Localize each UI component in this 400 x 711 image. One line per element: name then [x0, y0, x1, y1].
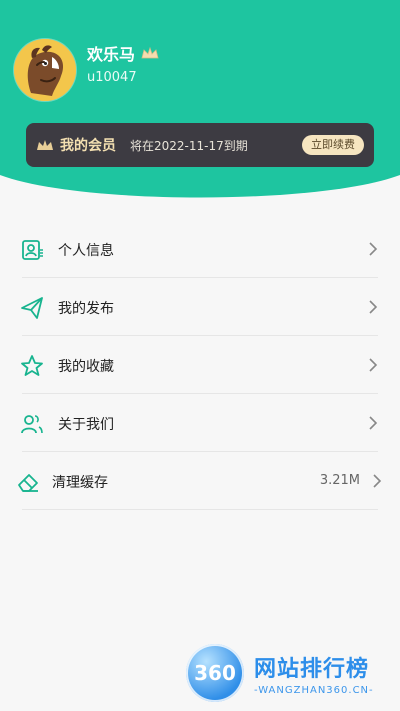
eraser-icon — [18, 474, 38, 492]
menu-item-label: 关于我们 — [58, 417, 114, 433]
crown-icon — [37, 140, 53, 150]
watermark-logo: 360 — [186, 644, 244, 702]
vip-expire-text: 将在2022-11-17到期 — [130, 138, 248, 153]
cache-size: 3.21M — [319, 473, 360, 488]
people-icon — [21, 415, 43, 434]
vip-card[interactable]: 我的会员 将在2022-11-17到期 立即续费 — [26, 123, 374, 167]
menu-item-my-posts[interactable]: 我的发布 — [0, 278, 400, 336]
vip-title: 我的会员 — [60, 138, 116, 154]
username-text: 欢乐马 — [87, 45, 136, 64]
settings-menu: 个人信息 我的发布 我的收藏 关于我们 清理缓存 3.21M — [0, 220, 400, 510]
profile-icon — [22, 240, 43, 260]
watermark-text: 网站排行榜 -WANGZHAN360.CN- — [254, 651, 374, 696]
menu-item-clear-cache[interactable]: 清理缓存 3.21M — [0, 452, 400, 510]
chevron-right-icon — [369, 358, 378, 372]
chevron-right-icon — [369, 242, 378, 256]
divider — [22, 509, 378, 510]
menu-item-about-us[interactable]: 关于我们 — [0, 394, 400, 452]
send-icon — [21, 297, 43, 319]
renew-button[interactable]: 立即续费 — [302, 135, 364, 155]
menu-item-label: 清理缓存 — [52, 475, 108, 491]
username: 欢乐马 — [87, 41, 159, 65]
menu-item-label: 我的收藏 — [58, 359, 114, 375]
watermark: 360 网站排行榜 -WANGZHAN360.CN- — [186, 644, 374, 702]
star-icon — [21, 355, 43, 376]
menu-item-label: 个人信息 — [58, 243, 114, 259]
crown-icon — [141, 46, 159, 59]
chevron-right-icon — [369, 416, 378, 430]
chevron-right-icon — [369, 300, 378, 314]
menu-item-profile[interactable]: 个人信息 — [0, 220, 400, 278]
watermark-subtitle: -WANGZHAN360.CN- — [254, 684, 374, 696]
header-background — [0, 0, 400, 198]
menu-item-label: 我的发布 — [58, 301, 114, 317]
menu-item-favorites[interactable]: 我的收藏 — [0, 336, 400, 394]
watermark-title: 网站排行榜 — [254, 656, 370, 682]
avatar[interactable] — [14, 39, 76, 101]
chevron-right-icon — [373, 474, 382, 488]
user-id: u10047 — [87, 70, 137, 85]
